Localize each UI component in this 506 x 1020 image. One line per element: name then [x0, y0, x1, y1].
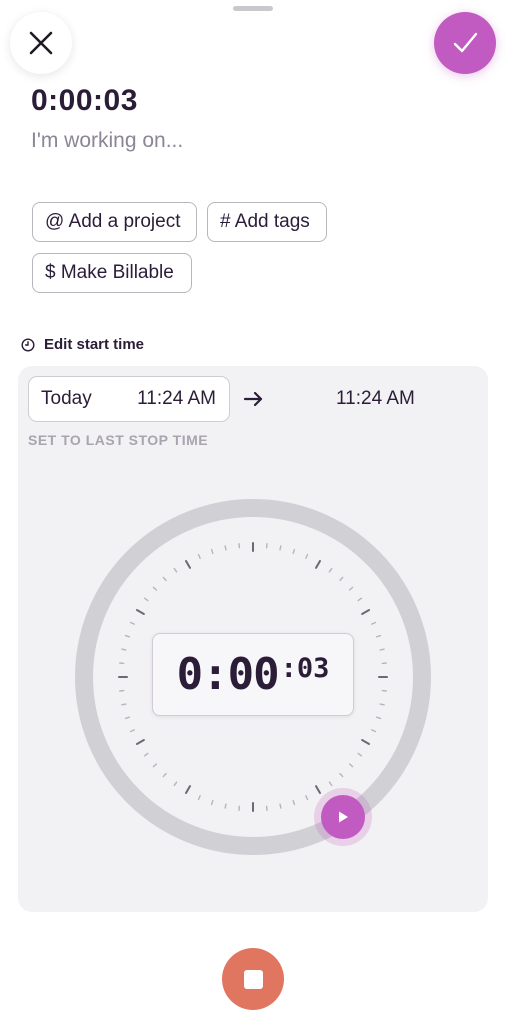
dial-major-tick: [315, 559, 321, 569]
play-icon: [339, 811, 348, 823]
dial-minor-tick: [375, 716, 382, 720]
add-tags-label: # Add tags: [220, 211, 310, 232]
add-project-label: @ Add a project: [45, 211, 181, 232]
dial-minor-tick: [121, 703, 127, 706]
x-icon: [29, 31, 53, 55]
make-billable-label: $ Make Billable: [45, 262, 174, 283]
dial-minor-tick: [129, 729, 135, 733]
dial-minor-tick: [224, 545, 227, 551]
dial-minor-tick: [379, 703, 385, 706]
dial-minor-tick: [279, 803, 282, 809]
dial-major-tick: [185, 559, 191, 569]
dial-major-tick: [361, 739, 371, 745]
sheet-grabber[interactable]: [233, 6, 273, 11]
add-project-button[interactable]: @ Add a project: [32, 202, 197, 242]
dial-minor-tick: [375, 634, 382, 638]
set-to-last-stop-time-button[interactable]: SET TO LAST STOP TIME: [28, 432, 208, 448]
dial-handle-inner: [321, 795, 365, 839]
close-button[interactable]: [10, 12, 72, 74]
dial-minor-tick: [371, 729, 377, 733]
confirm-button[interactable]: [434, 12, 496, 74]
dial-minor-tick: [162, 576, 167, 582]
dial-minor-tick: [224, 803, 227, 809]
dial-minor-tick: [152, 586, 158, 591]
dial-major-tick: [185, 785, 191, 795]
edit-start-time-toggle[interactable]: Edit start time: [21, 336, 144, 353]
dial-minor-tick: [162, 772, 167, 778]
dial-minor-tick: [292, 548, 296, 555]
dial-minor-tick: [348, 586, 354, 591]
dial-minor-tick: [143, 597, 149, 602]
dial-minor-tick: [305, 795, 309, 801]
dial-minor-tick: [173, 781, 178, 787]
dial-major-tick: [135, 609, 145, 615]
dial-minor-tick: [197, 795, 201, 801]
dial-minor-tick: [305, 553, 309, 559]
start-time-field[interactable]: Today 11:24 AM: [28, 376, 230, 422]
start-day: Today: [41, 388, 92, 409]
dial-minor-tick: [357, 597, 363, 602]
dial-minor-tick: [328, 781, 333, 787]
stop-time-field[interactable]: 11:24 AM: [336, 388, 415, 410]
dial-minor-tick: [339, 772, 344, 778]
dial-minor-tick: [339, 576, 344, 582]
dial-time-main: 0:00: [176, 649, 280, 700]
dial-major-tick: [135, 739, 145, 745]
clock-icon: [21, 337, 35, 352]
dial-drag-handle[interactable]: [314, 788, 372, 846]
dial-minor-tick: [210, 548, 214, 555]
dial-minor-tick: [143, 752, 149, 757]
dial-minor-tick: [152, 763, 158, 768]
entry-duration: 0:00:03: [31, 84, 138, 117]
dial-minor-tick: [124, 716, 131, 720]
dial-minor-tick: [210, 799, 214, 806]
dial-minor-tick: [121, 648, 127, 651]
dial-minor-tick: [173, 567, 178, 573]
dial-minor-tick: [197, 553, 201, 559]
dial-time-display: 0:00 :03: [152, 633, 354, 716]
dial-major-tick: [361, 609, 371, 615]
dial-minor-tick: [279, 545, 282, 551]
arrow-right-icon: [243, 391, 263, 407]
dial-minor-tick: [371, 621, 377, 625]
dial-minor-tick: [379, 648, 385, 651]
stop-icon: [243, 969, 263, 989]
make-billable-button[interactable]: $ Make Billable: [32, 253, 192, 293]
stop-timer-button[interactable]: [222, 948, 284, 1010]
dial-minor-tick: [129, 621, 135, 625]
start-time: 11:24 AM: [137, 388, 216, 409]
checkmark-icon: [453, 32, 478, 53]
dial-minor-tick: [328, 567, 333, 573]
description-input[interactable]: [31, 129, 471, 153]
dial-minor-tick: [348, 763, 354, 768]
dial-time-seconds: :03: [280, 653, 330, 684]
edit-start-time-label: Edit start time: [44, 336, 145, 353]
dial-major-tick: [315, 785, 321, 795]
add-tags-button[interactable]: # Add tags: [207, 202, 327, 242]
dial-minor-tick: [292, 799, 296, 806]
dial-minor-tick: [357, 752, 363, 757]
dial-minor-tick: [124, 634, 131, 638]
